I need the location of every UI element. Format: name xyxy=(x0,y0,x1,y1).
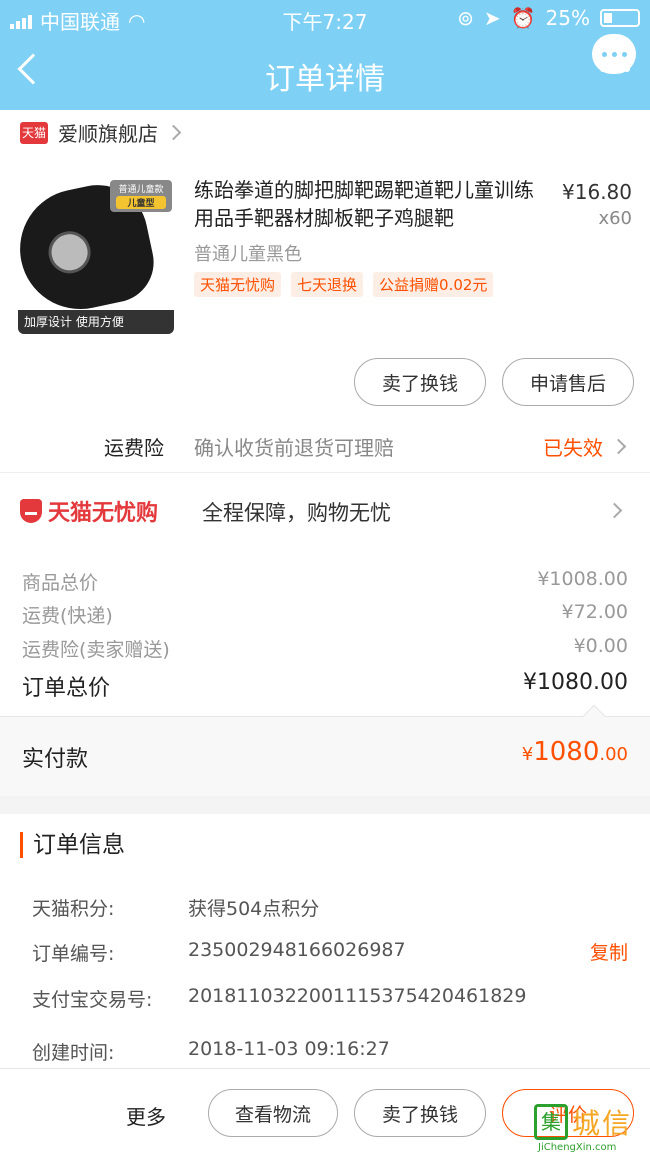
product-title[interactable]: 练跆拳道的脚把脚靶踢靶道靶儿童训练用品手靶器材脚板靶子鸡腿靶 xyxy=(194,176,544,232)
watermark-logo: 集 城信 JiChengXin.com xyxy=(534,1100,646,1153)
sell-button[interactable]: 卖了换钱 xyxy=(354,358,486,406)
price-row-value: ¥0.00 xyxy=(573,635,628,657)
copy-button[interactable]: 复制 xyxy=(590,938,628,965)
product-sku: 普通儿童黑色 xyxy=(194,244,302,265)
price-row-value: ¥1008.00 xyxy=(537,568,628,590)
guarantee-logo: 天猫无忧购 xyxy=(20,495,158,527)
tag-tmall-worry-free: 天猫无忧购 xyxy=(194,272,282,297)
guarantee-row[interactable]: 天猫无忧购 全程保障，购物无忧 xyxy=(0,472,650,546)
insurance-status: 已失效 xyxy=(543,432,627,461)
price-row-label: 运费险(卖家赠送) xyxy=(22,639,170,661)
insurance-label: 运费险 xyxy=(104,436,164,460)
info-label: 天猫积分: xyxy=(32,898,115,920)
image-caption: 加厚设计 使用方便 xyxy=(18,310,174,334)
view-logistics-button[interactable]: 查看物流 xyxy=(208,1089,338,1137)
status-bar: 中国联通 ◠ 下午7:27 ⊚ ➤ ⏰ 25% xyxy=(0,0,650,36)
info-value: 获得504点积分 xyxy=(188,898,320,920)
alarm-icon: ⏰ xyxy=(510,6,536,30)
paid-label: 实付款 xyxy=(22,747,89,772)
order-info: 订单信息 天猫积分: 获得504点积分 订单编号: 23500294816602… xyxy=(0,814,650,1084)
paid-currency: ¥ xyxy=(521,744,534,765)
sell-button-bottom[interactable]: 卖了换钱 xyxy=(354,1089,486,1137)
info-label: 订单编号: xyxy=(32,943,115,965)
watermark-text: 城信 xyxy=(572,1107,633,1140)
watermark-box: 集 xyxy=(534,1104,568,1140)
created-time: 2018-11-03 09:16:27 xyxy=(188,1038,390,1060)
page-title: 订单详情 xyxy=(265,62,385,97)
chevron-right-icon xyxy=(606,502,623,519)
battery-icon xyxy=(600,9,640,27)
image-tag: 普通儿童款 儿童型 xyxy=(110,180,172,212)
info-label: 创建时间: xyxy=(32,1042,115,1064)
chevron-right-icon xyxy=(165,124,182,141)
header: 中国联通 ◠ 下午7:27 ⊚ ➤ ⏰ 25% 订单详情 xyxy=(0,0,650,110)
tag-charity: 公益捐赠0.02元 xyxy=(373,272,494,297)
price-row-label: 运费(快递) xyxy=(22,605,113,627)
shipping-insurance-row[interactable]: 运费险 确认收货前退货可理赔 已失效 xyxy=(0,418,650,472)
chevron-right-icon xyxy=(610,438,627,455)
status-right: ⊚ ➤ ⏰ 25% xyxy=(457,6,640,30)
tmall-badge: 天猫 xyxy=(20,121,48,144)
product-price: ¥16.80 xyxy=(562,180,632,204)
shop-row[interactable]: 天猫 爱顺旗舰店 xyxy=(20,118,182,147)
shop-name: 爱顺旗舰店 xyxy=(58,122,158,146)
insurance-status-text: 已失效 xyxy=(543,436,603,460)
lock-rotation-icon: ⊚ xyxy=(457,6,474,30)
watermark-sub: JiChengXin.com xyxy=(538,1142,617,1153)
paid-amount: ¥1080.00 xyxy=(522,737,628,767)
guarantee-brand: 天猫无忧购 xyxy=(48,501,159,526)
price-breakdown: 商品总价 ¥1008.00 运费(快递) ¥72.00 运费险(卖家赠送) ¥0… xyxy=(0,546,650,716)
product-card: 天猫 爱顺旗舰店 普通儿童款 儿童型 加厚设计 使用方便 练跆拳道的脚把脚靶踢靶… xyxy=(0,110,650,470)
price-row-value: ¥72.00 xyxy=(561,601,628,623)
order-total-label: 订单总价 xyxy=(22,676,111,701)
paid-decimal: .00 xyxy=(599,744,628,765)
info-label: 支付宝交易号: xyxy=(32,989,153,1011)
product-image[interactable]: 普通儿童款 儿童型 加厚设计 使用方便 xyxy=(18,176,174,334)
order-info-title: 订单信息 xyxy=(20,832,125,858)
more-button[interactable]: 更多 xyxy=(126,1101,166,1130)
insurance-desc: 确认收货前退货可理赔 xyxy=(194,436,394,460)
paid-row: 实付款 ¥1080.00 xyxy=(0,704,650,796)
image-tag-top: 普通儿童款 xyxy=(118,185,164,195)
battery-percent: 25% xyxy=(545,6,590,30)
guarantee-text: 全程保障，购物无忧 xyxy=(202,501,391,525)
alipay-trade-number: 2018110322001115375420461829 xyxy=(188,985,527,1007)
location-icon: ➤ xyxy=(483,6,501,30)
product-tags: 天猫无忧购 七天退换 公益捐赠0.02元 xyxy=(194,272,494,297)
after-sale-button[interactable]: 申请售后 xyxy=(502,358,634,406)
order-total-value: ¥1080.00 xyxy=(523,670,628,695)
product-quantity: x60 xyxy=(598,208,632,229)
image-tag-sub: 儿童型 xyxy=(116,196,166,209)
order-number: 235002948166026987 xyxy=(188,939,406,961)
price-row-label: 商品总价 xyxy=(22,572,99,594)
paid-integer: 1080 xyxy=(533,737,600,767)
tag-seven-day-return: 七天退换 xyxy=(291,272,364,297)
shield-icon xyxy=(20,499,42,523)
more-dots-icon[interactable] xyxy=(600,66,630,72)
